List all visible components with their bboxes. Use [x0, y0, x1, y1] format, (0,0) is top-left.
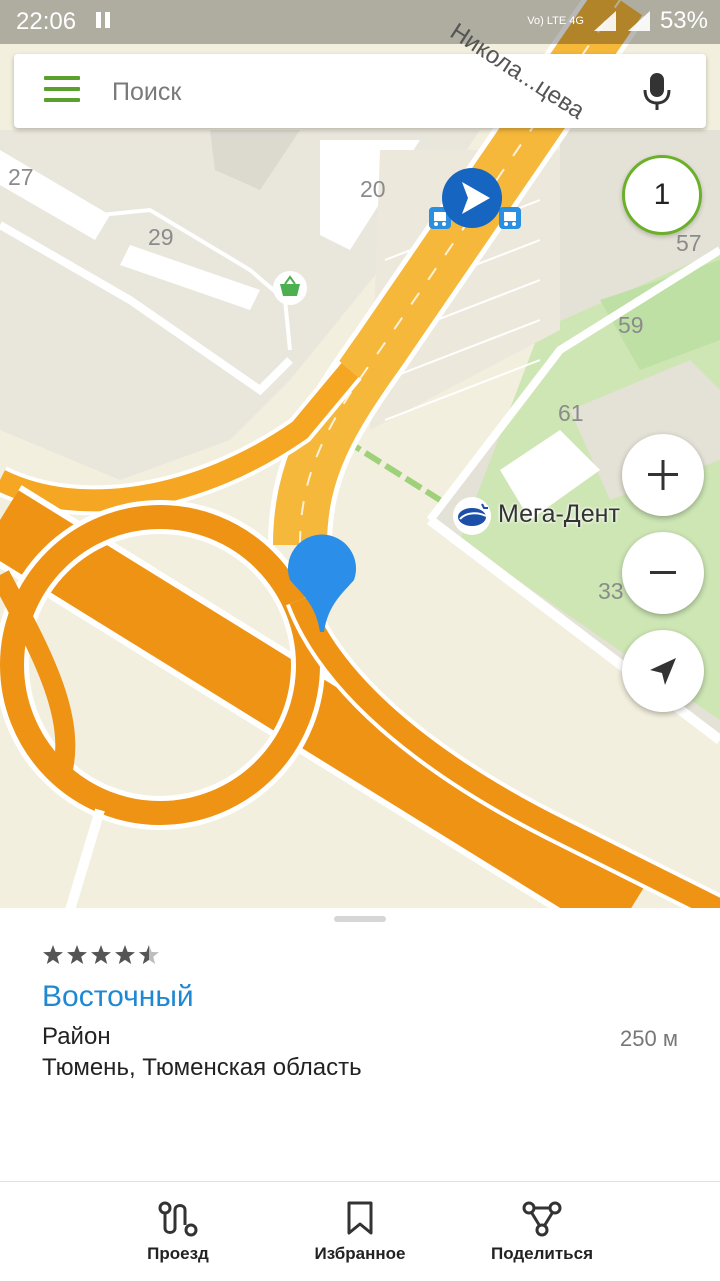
count-badge[interactable]: 1	[622, 155, 702, 235]
bookmark-icon	[347, 1201, 373, 1235]
route-button[interactable]: Проезд	[88, 1182, 268, 1281]
building-number: 57	[676, 230, 702, 256]
network-label: Vo) LTE 4G	[527, 14, 584, 27]
plus-icon	[648, 460, 678, 490]
distance-label: 250 м	[620, 1026, 678, 1051]
building-number: 61	[558, 400, 584, 426]
building-number: 29	[148, 224, 174, 250]
battery-percent: 53%	[659, 7, 708, 34]
map-view[interactable]: 22:06 Vo) LTE 4G 53% 27 29 20 57 59 61 3…	[0, 0, 720, 910]
minus-icon	[650, 571, 676, 574]
status-time: 22:06	[16, 8, 77, 35]
menu-icon[interactable]	[44, 76, 82, 106]
route-icon	[158, 1201, 198, 1237]
microphone-icon[interactable]	[642, 72, 672, 112]
search-bar[interactable]	[14, 54, 706, 128]
location-arrow-icon	[650, 658, 676, 685]
pause-icon	[96, 12, 110, 28]
building-number: 33	[598, 578, 624, 604]
building-number: 59	[618, 312, 644, 338]
share-button[interactable]: Поделиться	[452, 1182, 632, 1281]
favorites-label: Избранное	[314, 1244, 406, 1263]
building-number: 20	[360, 176, 386, 202]
rating-stars	[42, 944, 160, 966]
building-number: 27	[8, 164, 34, 190]
place-address: Тюмень, Тюменская область	[42, 1054, 362, 1081]
route-label: Проезд	[147, 1244, 209, 1263]
share-icon	[522, 1201, 562, 1237]
zoom-in-button[interactable]	[622, 434, 704, 516]
share-label: Поделиться	[490, 1244, 594, 1263]
signal-2-icon	[627, 11, 650, 31]
drag-handle[interactable]	[334, 916, 386, 922]
bottom-nav: Проезд Избранное Поделиться	[0, 1181, 720, 1281]
zoom-out-button[interactable]	[622, 532, 704, 614]
status-bar: 22:06 Vo) LTE 4G 53%	[0, 0, 720, 44]
shop-icon[interactable]	[272, 270, 308, 306]
navigator-arrow-icon[interactable]	[440, 166, 504, 230]
poi-label[interactable]: Мега-Дент	[498, 500, 620, 529]
location-pin-icon[interactable]	[286, 524, 358, 634]
star-rating-icon	[43, 945, 159, 964]
dental-clinic-icon[interactable]	[452, 496, 492, 536]
status-right: Vo) LTE 4G 53%	[527, 7, 708, 35]
place-type: Район	[42, 1023, 111, 1050]
favorites-button[interactable]: Избранное	[270, 1182, 450, 1281]
map-canvas	[0, 0, 720, 910]
my-location-button[interactable]	[622, 630, 704, 712]
place-title[interactable]: Восточный	[42, 980, 194, 1014]
place-card[interactable]: Восточный Район 250 м Тюмень, Тюменская …	[0, 908, 720, 1182]
signal-icon	[593, 11, 616, 31]
